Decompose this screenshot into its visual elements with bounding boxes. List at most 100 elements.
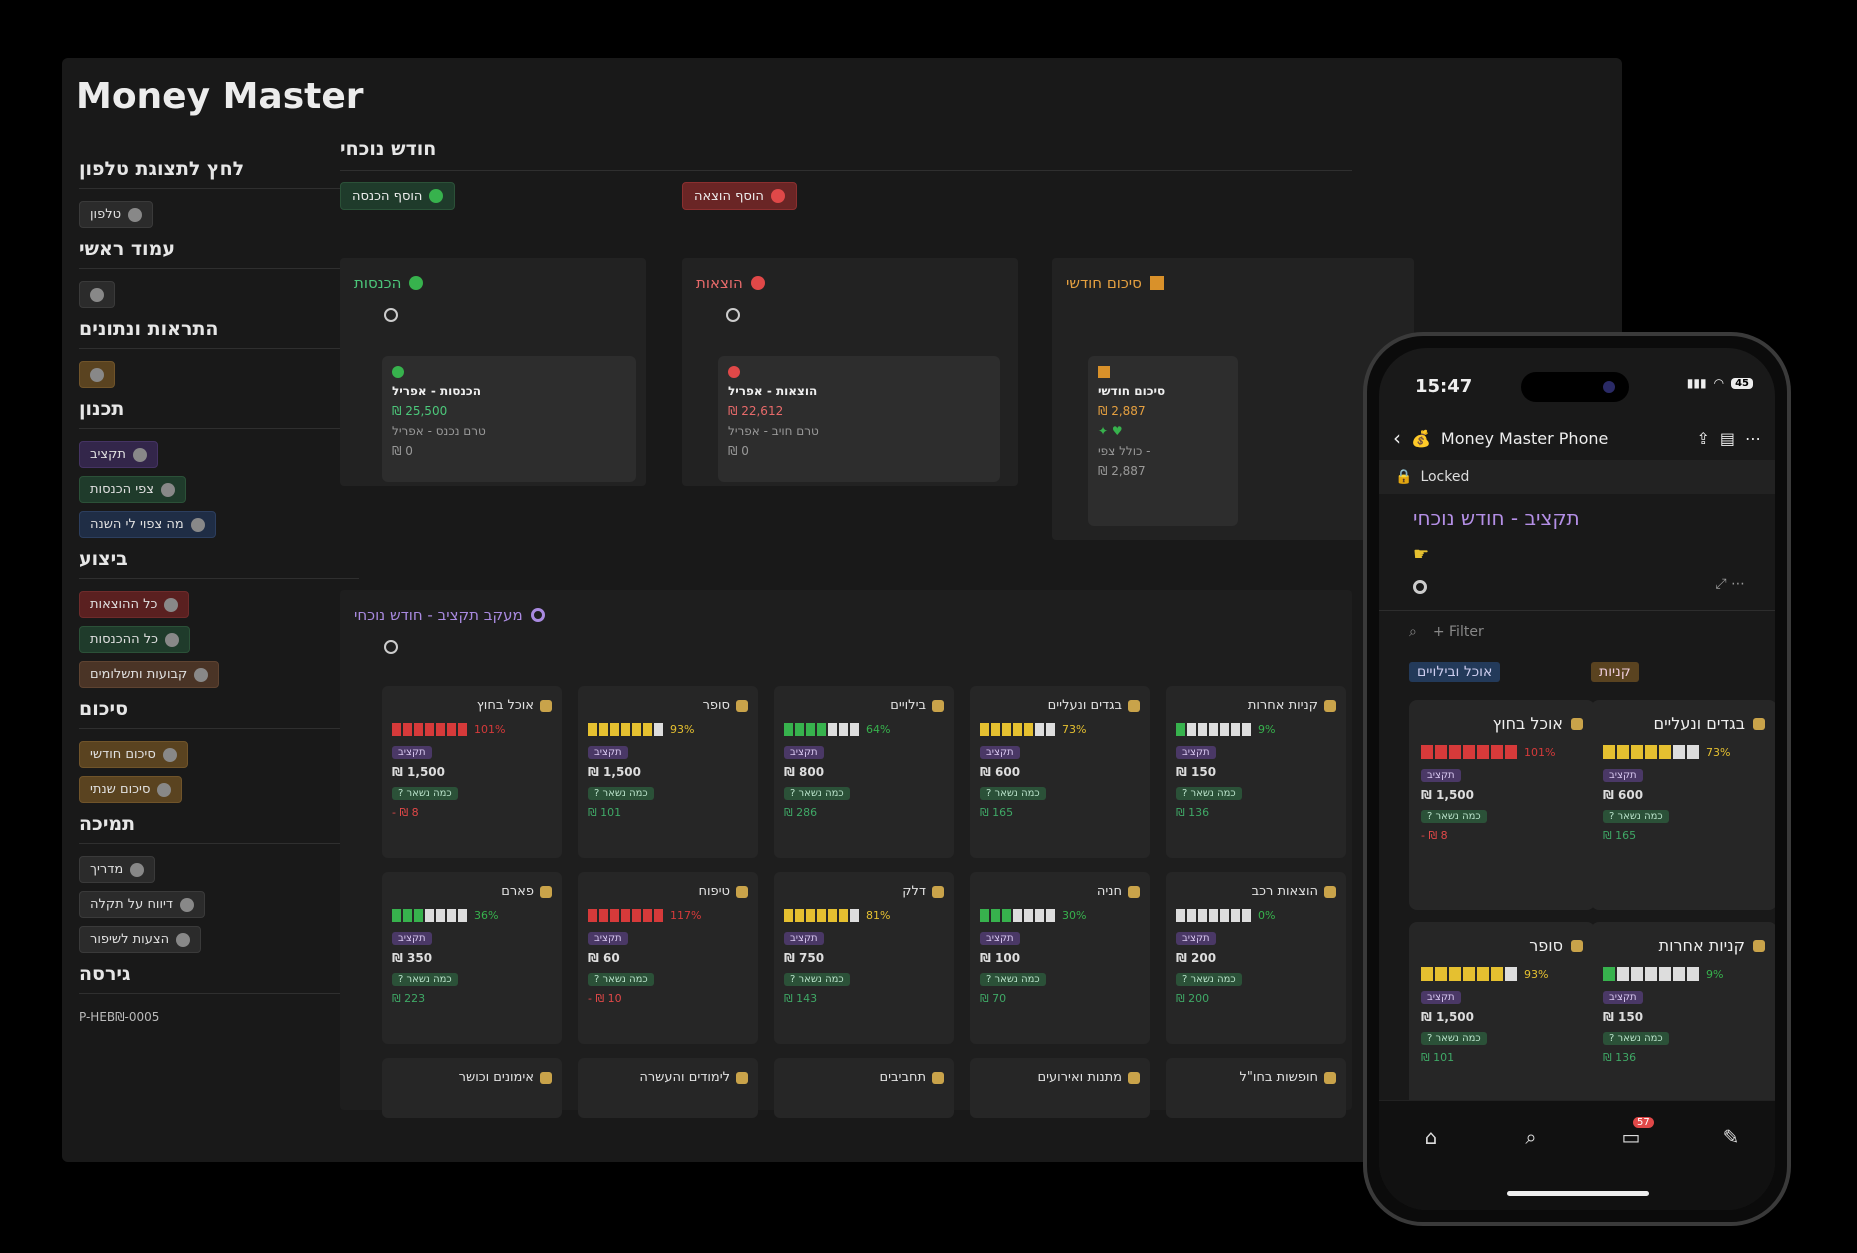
inbox-icon[interactable]: ▭ 57 bbox=[1619, 1117, 1654, 1149]
group-shopping: קניות bbox=[1591, 662, 1639, 682]
arrow-up-circle-icon bbox=[160, 482, 175, 497]
category-name: בגדים ונעליים bbox=[1603, 714, 1765, 733]
refresh-icon bbox=[384, 640, 398, 654]
category-name: פארם bbox=[392, 884, 552, 899]
sidebar-button[interactable]: הצעות לשיפור bbox=[79, 926, 202, 953]
remaining-value: ₪ 136 bbox=[1603, 1051, 1637, 1064]
category-card[interactable]: בילויים 64% תקציב ₪ 800 כמה נשאר ? ₪ 286 bbox=[774, 686, 954, 858]
budget-tag: תקציב bbox=[588, 932, 628, 945]
category-card[interactable]: אימונים וכושר bbox=[382, 1058, 562, 1118]
category-card[interactable]: פארם 36% תקציב ₪ 350 כמה נשאר ? ₪ 223 bbox=[382, 872, 562, 1044]
search-icon[interactable]: ⌕ bbox=[1519, 1125, 1543, 1149]
sidebar-button[interactable]: כל ההוצאות bbox=[79, 591, 190, 618]
sidebar-button[interactable]: סיכום חודשי bbox=[79, 741, 188, 768]
category-card[interactable]: דלק 81% תקציב ₪ 750 כמה נשאר ? ₪ 143 bbox=[774, 872, 954, 1044]
category-card[interactable]: בגדים ונעליים 73% תקציב ₪ 600 כמה נשאר ? ₪ 16… bbox=[1591, 700, 1775, 910]
add-income-button[interactable]: הוסף הכנסה bbox=[340, 182, 456, 210]
back-icon[interactable]: ‹ bbox=[1393, 426, 1401, 450]
category-card[interactable]: אוכל בחוץ 101% תקציב ₪ 1,500 כמה נשאר ? - ₪ 8 bbox=[382, 686, 562, 858]
summary-card[interactable]: סיכום חודשי ₪ 2,887 ♥ ✦ - כולל צפי ₪ 2,8… bbox=[1088, 356, 1238, 526]
category-card[interactable]: סופר 93% תקציב ₪ 1,500 כמה נשאר ? ₪ 101 bbox=[578, 686, 758, 858]
fuel-icon bbox=[932, 885, 944, 898]
budget-tag: תקציב bbox=[784, 932, 824, 945]
sidebar-button[interactable]: כל ההכנסות bbox=[79, 626, 190, 653]
remaining-value: ₪ 143 bbox=[784, 992, 818, 1005]
category-card[interactable]: בגדים ונעליים 73% תקציב ₪ 600 כמה נשאר ? ₪ 16… bbox=[970, 686, 1150, 858]
expense-card[interactable]: הוצאות - אפריל ₪ 22,612 טרם חויב - אפריל… bbox=[718, 356, 1000, 482]
sidebar-section-title: התראות ונתונים bbox=[79, 318, 359, 349]
budget-value: ₪ 800 bbox=[784, 765, 825, 779]
add-expense-button[interactable]: הוסף הוצאה bbox=[682, 182, 797, 210]
bottle-icon bbox=[540, 885, 552, 898]
sidebar-button[interactable]: דיווח על תקלה bbox=[79, 891, 206, 918]
sidebar-button[interactable]: מדריך bbox=[79, 856, 156, 883]
category-card[interactable]: חופשות בחו"ל bbox=[1166, 1058, 1346, 1118]
sidebar: לחץ לתצוגת טלפון טלפון עמוד ראשי התראות ונת… bbox=[79, 148, 359, 1024]
search-icon[interactable]: ⌕ bbox=[1409, 624, 1417, 640]
sidebar-section-title: תכנון bbox=[79, 398, 359, 429]
progress-percent: 73% bbox=[1062, 723, 1087, 736]
sidebar-section: טלפון bbox=[79, 201, 359, 228]
sidebar-button[interactable]: תקציב bbox=[79, 441, 158, 468]
sidebar-button[interactable]: סיכום שנתי bbox=[79, 776, 183, 803]
expense-pending-label: טרם חויב - אפריל bbox=[728, 424, 819, 438]
remaining-value: ₪ 223 bbox=[392, 992, 426, 1005]
remaining-value: ₪ 136 bbox=[1176, 806, 1210, 819]
comment-icon[interactable]: ▤ bbox=[1720, 429, 1735, 448]
progress-percent: 30% bbox=[1062, 909, 1087, 922]
sidebar-button[interactable] bbox=[79, 361, 115, 388]
sidebar-button[interactable]: מה צפוי לי השנה bbox=[79, 511, 216, 538]
income-card[interactable]: הכנסות - אפריל ₪ 25,500 טרם נכנס - אפריל… bbox=[382, 356, 636, 482]
budget-value: ₪ 150 bbox=[1603, 1010, 1644, 1024]
remaining-tag: כמה נשאר ? bbox=[1603, 810, 1669, 823]
more-icon[interactable]: ⋯ bbox=[1745, 429, 1761, 448]
remaining-value: - ₪ 8 bbox=[392, 806, 419, 819]
sidebar-button[interactable]: צפי הכנסות bbox=[79, 476, 186, 503]
jeans-icon bbox=[1128, 699, 1140, 712]
dynamic-island bbox=[1521, 372, 1629, 402]
category-card[interactable]: אוכל בחוץ 101% תקציב ₪ 1,500 כמה נשאר ? - ₪ 8 bbox=[1409, 700, 1595, 910]
category-card[interactable]: קניות אחרות 9% תקציב ₪ 150 כמה נשאר ? ₪ 136 bbox=[1166, 686, 1346, 858]
remaining-value: ₪ 286 bbox=[784, 806, 818, 819]
progress-percent: 36% bbox=[474, 909, 499, 922]
progress-bar: 64% bbox=[784, 723, 944, 736]
arrow-down-circle-icon bbox=[750, 276, 765, 290]
budget-value: ₪ 750 bbox=[784, 951, 825, 965]
category-card[interactable]: חניה 30% תקציב ₪ 100 כמה נשאר ? ₪ 70 bbox=[970, 872, 1150, 1044]
version-label: P-HEB₪-0005 bbox=[79, 1010, 160, 1024]
inbox-badge: 57 bbox=[1633, 1117, 1654, 1128]
pie-icon[interactable] bbox=[1413, 580, 1427, 594]
budget-value: ₪ 200 bbox=[1176, 951, 1217, 965]
progress-percent: 64% bbox=[866, 723, 891, 736]
compose-icon[interactable]: ✎ bbox=[1719, 1125, 1743, 1149]
sidebar-button[interactable]: טלפון bbox=[79, 201, 154, 228]
category-card[interactable]: לימודים והעשרה bbox=[578, 1058, 758, 1118]
category-label: מתנות ואירועים bbox=[1037, 1070, 1123, 1085]
pointing-hand-icon: ☛ bbox=[1413, 544, 1430, 565]
popcorn-icon bbox=[932, 699, 944, 712]
share-icon[interactable]: ⇪ bbox=[1696, 429, 1709, 448]
filter-row[interactable]: ⌕ + Filter bbox=[1409, 624, 1484, 640]
progress-bar: 73% bbox=[1603, 745, 1765, 759]
expand-icon[interactable]: ⤢ ⋯ bbox=[1715, 576, 1745, 592]
category-name: טיפוח bbox=[588, 884, 748, 899]
home-icon[interactable]: ⌂ bbox=[1419, 1125, 1443, 1149]
summary-icons: ♥ ✦ bbox=[1098, 424, 1123, 438]
gift-icon bbox=[1128, 1071, 1140, 1084]
pie-icon bbox=[132, 447, 147, 462]
book-icon bbox=[130, 862, 145, 877]
progress-bar: 117% bbox=[588, 909, 748, 922]
sidebar-button[interactable] bbox=[79, 281, 115, 308]
budget-value: ₪ 60 bbox=[588, 951, 620, 965]
category-card[interactable]: הוצאות רכב 0% תקציב ₪ 200 כמה נשאר ? ₪ 200 bbox=[1166, 872, 1346, 1044]
category-card[interactable]: טיפוח 117% תקציב ₪ 60 כמה נשאר ? - ₪ 10 bbox=[578, 872, 758, 1044]
remaining-value: ₪ 70 bbox=[980, 992, 1007, 1005]
page-title: חודש נוכחי bbox=[340, 138, 1352, 171]
budget-tag: תקציב bbox=[1176, 746, 1216, 759]
category-card[interactable]: מתנות ואירועים bbox=[970, 1058, 1150, 1118]
income-panel-title: הכנסות bbox=[354, 274, 424, 292]
remaining-value: ₪ 165 bbox=[1603, 829, 1637, 842]
bell-icon bbox=[90, 367, 104, 382]
sidebar-button[interactable]: קבועות ותשלומים bbox=[79, 661, 220, 688]
category-card[interactable]: תחביבים bbox=[774, 1058, 954, 1118]
